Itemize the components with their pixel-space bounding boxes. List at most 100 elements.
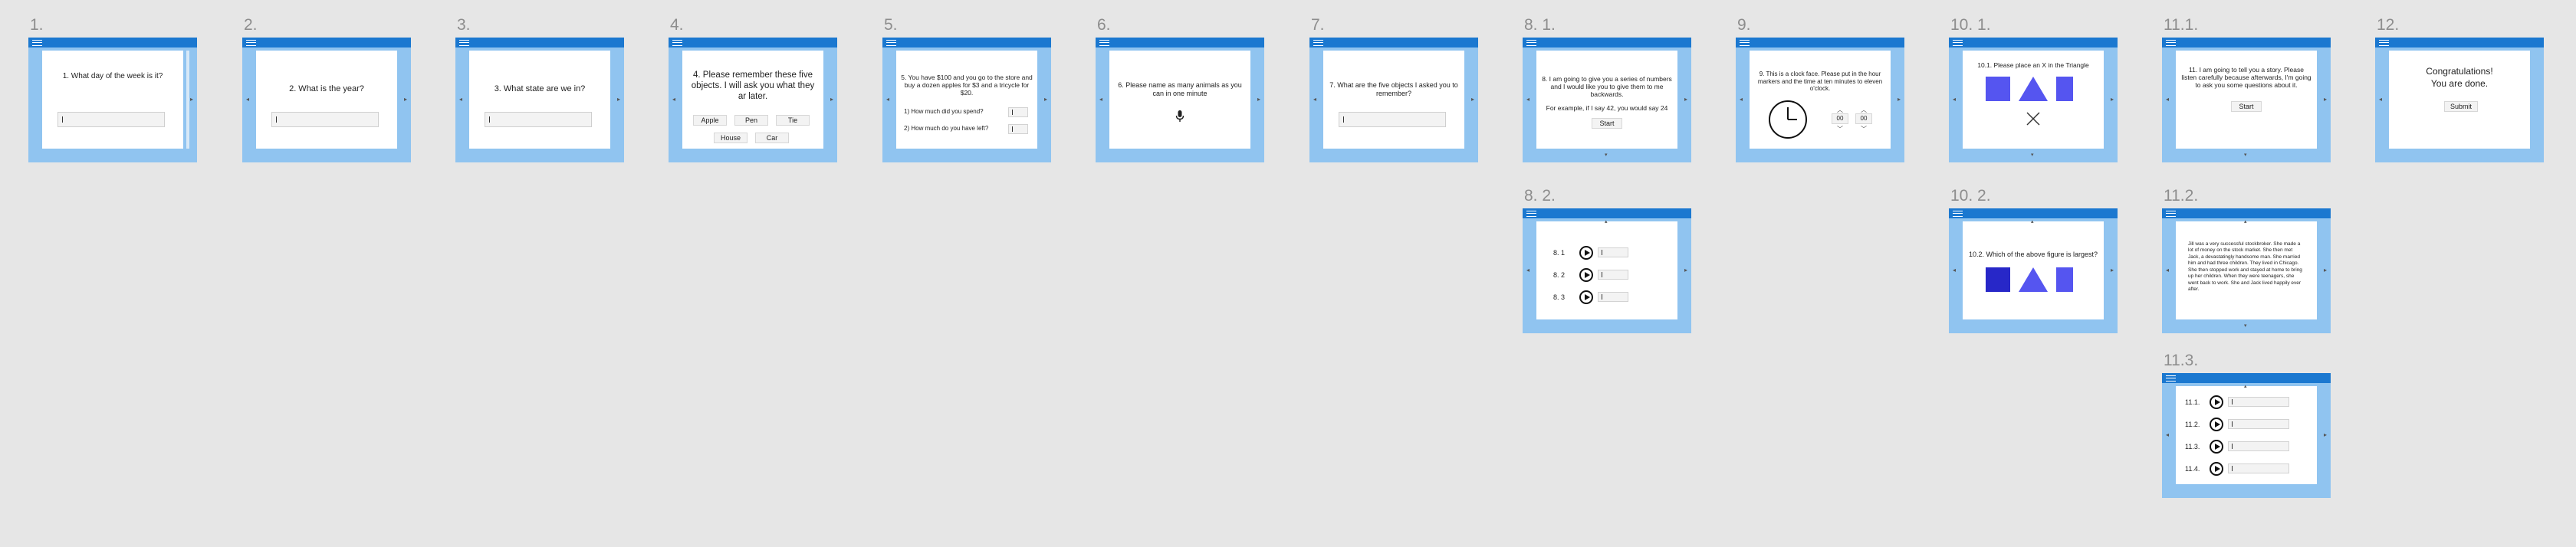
menu-icon[interactable] bbox=[1526, 40, 1536, 46]
play-icon[interactable] bbox=[1579, 268, 1593, 282]
chevron-left-icon[interactable]: ◂ bbox=[886, 96, 889, 103]
menu-icon[interactable] bbox=[1313, 40, 1323, 46]
chevron-left-icon[interactable]: ◂ bbox=[1953, 267, 1956, 274]
chevron-down-icon[interactable]: ▾ bbox=[1605, 152, 1608, 158]
object-chip[interactable]: Tie bbox=[776, 115, 810, 126]
chevron-left-icon[interactable]: ◂ bbox=[672, 96, 675, 103]
frame-label: 11.3. bbox=[2164, 352, 2199, 369]
square-shape[interactable] bbox=[1986, 77, 2010, 101]
question-text: 5. You have $100 and you go to the store… bbox=[901, 74, 1033, 97]
chevron-right-icon[interactable]: ▸ bbox=[2111, 96, 2114, 103]
menu-icon[interactable] bbox=[1526, 211, 1536, 217]
chevron-left-icon[interactable]: ◂ bbox=[1953, 96, 1956, 103]
left-input[interactable] bbox=[1008, 124, 1028, 134]
chevron-up-icon[interactable]: ▴ bbox=[2244, 383, 2247, 389]
answer-input[interactable] bbox=[485, 112, 592, 127]
app-bar bbox=[455, 38, 624, 47]
play-icon[interactable] bbox=[1579, 246, 1593, 260]
chevron-right-icon[interactable]: ▸ bbox=[1684, 96, 1687, 103]
chevron-left-icon[interactable]: ◂ bbox=[459, 96, 462, 103]
chevron-right-icon[interactable]: ▸ bbox=[1257, 96, 1260, 103]
chevron-right-icon[interactable]: ▸ bbox=[1471, 96, 1474, 103]
answer-input[interactable] bbox=[271, 112, 379, 127]
play-icon[interactable] bbox=[2210, 440, 2223, 454]
chevron-down-icon[interactable]: ▾ bbox=[2244, 323, 2247, 329]
chevron-left-icon[interactable]: ◂ bbox=[2166, 431, 2169, 438]
minute-picker[interactable]: 00 bbox=[1855, 113, 1872, 124]
answer-input[interactable] bbox=[1598, 270, 1628, 280]
answer-input[interactable] bbox=[1598, 247, 1628, 257]
play-icon[interactable] bbox=[1579, 290, 1593, 304]
clock-icon[interactable] bbox=[1768, 100, 1808, 139]
chevron-up-icon[interactable]: ▴ bbox=[2031, 218, 2034, 224]
play-icon[interactable] bbox=[2210, 462, 2223, 476]
chevron-right-icon[interactable]: ▸ bbox=[190, 96, 193, 103]
menu-icon[interactable] bbox=[1953, 40, 1963, 46]
answer-input[interactable] bbox=[2228, 419, 2289, 429]
object-chip[interactable]: Pen bbox=[734, 115, 768, 126]
answer-input[interactable] bbox=[1339, 112, 1446, 127]
menu-icon[interactable] bbox=[1740, 40, 1750, 46]
menu-icon[interactable] bbox=[2379, 40, 2389, 46]
menu-icon[interactable] bbox=[1953, 211, 1963, 217]
answer-input[interactable] bbox=[2228, 463, 2289, 473]
chevron-right-icon[interactable]: ▸ bbox=[1684, 267, 1687, 274]
play-icon[interactable] bbox=[2210, 395, 2223, 409]
chevron-left-icon[interactable]: ◂ bbox=[1526, 96, 1530, 103]
menu-icon[interactable] bbox=[1099, 40, 1109, 46]
chevron-left-icon[interactable]: ◂ bbox=[1313, 96, 1316, 103]
start-button[interactable]: Start bbox=[1592, 118, 1622, 129]
square-option[interactable] bbox=[1986, 267, 2010, 292]
chevron-up-icon[interactable]: ▴ bbox=[1605, 218, 1608, 224]
chevron-right-icon[interactable]: ▸ bbox=[830, 96, 833, 103]
answer-input[interactable] bbox=[58, 112, 165, 127]
chevron-right-icon[interactable]: ▸ bbox=[2324, 267, 2327, 274]
chevron-right-icon[interactable]: ▸ bbox=[404, 96, 407, 103]
phone-screen: Jill was a very successful stockbroker. … bbox=[2162, 208, 2331, 333]
answer-input[interactable] bbox=[2228, 441, 2289, 451]
triangle-option[interactable] bbox=[2019, 267, 2048, 292]
answer-input[interactable] bbox=[1598, 292, 1628, 302]
menu-icon[interactable] bbox=[2166, 375, 2176, 382]
menu-icon[interactable] bbox=[459, 40, 469, 46]
chevron-up-icon[interactable]: ▴ bbox=[2244, 218, 2247, 224]
menu-icon[interactable] bbox=[886, 40, 896, 46]
chevron-left-icon[interactable]: ◂ bbox=[1740, 96, 1743, 103]
object-chip[interactable]: House bbox=[714, 133, 748, 143]
menu-icon[interactable] bbox=[672, 40, 682, 46]
chevron-right-icon[interactable]: ▸ bbox=[2111, 267, 2114, 274]
chevron-right-icon[interactable]: ▸ bbox=[2324, 431, 2327, 438]
chevron-right-icon[interactable]: ▸ bbox=[1044, 96, 1047, 103]
object-chip[interactable]: Apple bbox=[693, 115, 727, 126]
play-icon[interactable] bbox=[2210, 418, 2223, 431]
answer-input[interactable] bbox=[2228, 397, 2289, 407]
microphone-icon[interactable] bbox=[1175, 110, 1184, 123]
rectangle-shape[interactable] bbox=[2056, 77, 2073, 101]
submit-button[interactable]: Submit bbox=[2444, 101, 2478, 112]
chevron-down-icon[interactable]: ▾ bbox=[2031, 152, 2034, 158]
chevron-left-icon[interactable]: ◂ bbox=[2166, 96, 2169, 103]
chevron-left-icon[interactable]: ◂ bbox=[1099, 96, 1102, 103]
start-button[interactable]: Start bbox=[2231, 101, 2262, 112]
chevron-left-icon[interactable]: ◂ bbox=[246, 96, 249, 103]
hour-down-icon[interactable]: ﹀ bbox=[1837, 125, 1843, 133]
spent-input[interactable] bbox=[1008, 107, 1028, 117]
minute-down-icon[interactable]: ﹀ bbox=[1861, 125, 1867, 133]
menu-icon[interactable] bbox=[246, 40, 256, 46]
chevron-left-icon[interactable]: ◂ bbox=[2166, 267, 2169, 274]
menu-icon[interactable] bbox=[2166, 40, 2176, 46]
chevron-right-icon[interactable]: ▸ bbox=[1898, 96, 1901, 103]
chevron-right-icon[interactable]: ▸ bbox=[2324, 96, 2327, 103]
triangle-shape[interactable] bbox=[2019, 77, 2048, 101]
chevron-left-icon[interactable]: ◂ bbox=[2379, 96, 2382, 103]
rectangle-option[interactable] bbox=[2056, 267, 2073, 292]
chevron-down-icon[interactable]: ▾ bbox=[2244, 152, 2247, 158]
object-chip[interactable]: Car bbox=[755, 133, 789, 143]
chevron-right-icon[interactable]: ▸ bbox=[617, 96, 620, 103]
menu-icon[interactable] bbox=[32, 40, 42, 46]
menu-icon[interactable] bbox=[2166, 211, 2176, 217]
chevron-left-icon[interactable]: ◂ bbox=[1526, 267, 1530, 274]
content-area: 10.2. Which of the above figure is large… bbox=[1963, 221, 2104, 319]
x-mark-icon[interactable] bbox=[2026, 112, 2040, 126]
hour-picker[interactable]: 00 bbox=[1832, 113, 1848, 124]
